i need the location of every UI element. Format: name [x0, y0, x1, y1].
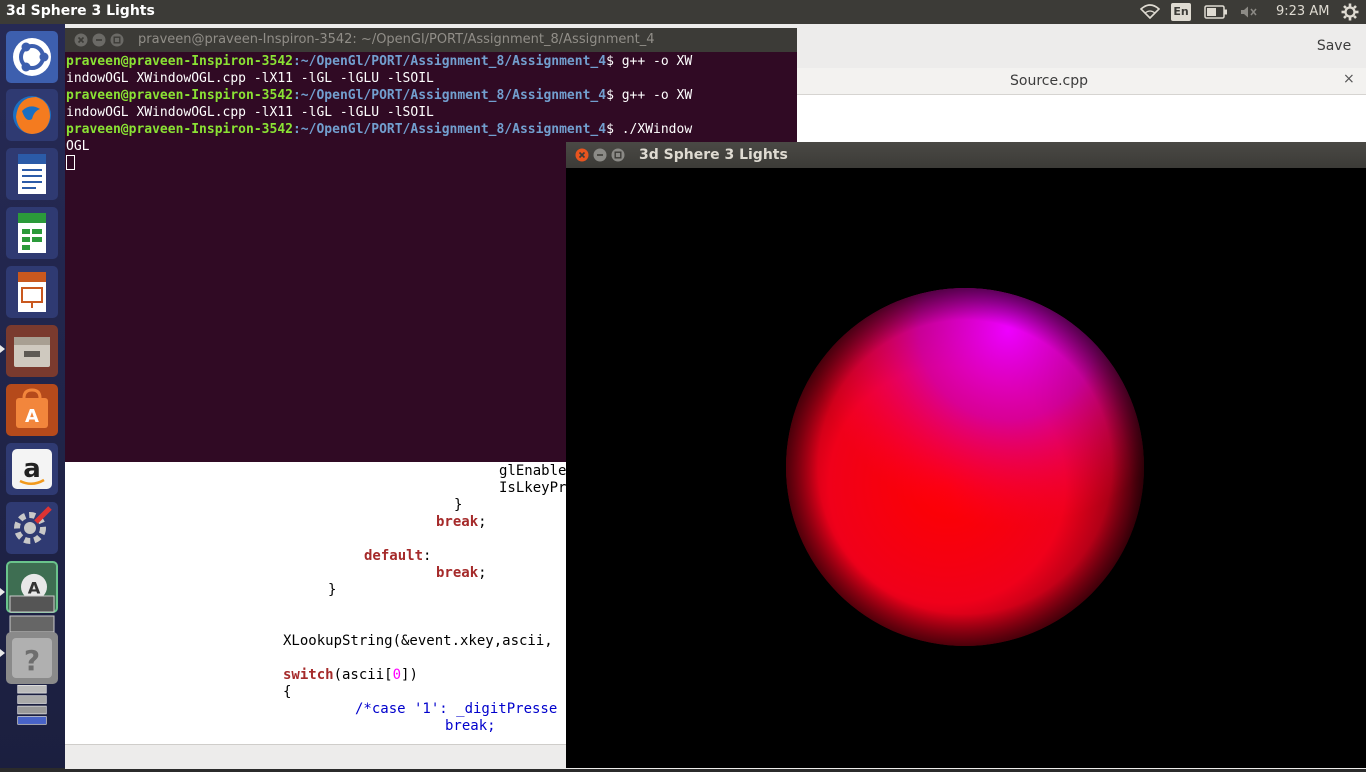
code-line: switch(ascii[0]): [283, 667, 418, 684]
software-center-icon[interactable]: A: [6, 384, 58, 436]
code-text: ;: [478, 514, 487, 530]
tab-close-icon[interactable]: ×: [1343, 71, 1355, 87]
code-line: default:: [364, 548, 431, 565]
launcher: A a A ?: [0, 24, 65, 768]
trash-icon[interactable]: [6, 684, 58, 764]
minimize-icon[interactable]: [92, 33, 106, 47]
code-text: ;: [478, 565, 487, 581]
amazon-icon[interactable]: a: [6, 443, 58, 495]
workspaces-icon[interactable]: [6, 590, 58, 634]
svg-text:a: a: [23, 454, 41, 484]
code-line: break;: [436, 514, 487, 531]
files-icon[interactable]: [6, 325, 58, 377]
volume-muted-icon[interactable]: [1238, 0, 1260, 24]
code-keyword: break: [436, 514, 479, 530]
gl-canvas[interactable]: [566, 168, 1366, 768]
maximize-icon[interactable]: [611, 148, 625, 162]
system-settings-icon[interactable]: [6, 502, 58, 554]
command-text: indowOGL XWindowOGL.cpp -lX11 -lGL -lGLU…: [66, 105, 434, 120]
prompt-user: praveen@praveen-Inspiron-3542: [66, 54, 293, 69]
libreoffice-calc-icon[interactable]: [6, 207, 58, 259]
code-keyword: break: [436, 565, 479, 581]
code-comment: /*case '1': _digitPresse: [355, 701, 558, 717]
code-text: ]): [401, 667, 418, 683]
code-line: }: [454, 497, 463, 513]
prompt-user: praveen@praveen-Inspiron-3542: [66, 122, 293, 137]
code-keyword: default: [364, 548, 424, 564]
libreoffice-impress-icon[interactable]: [6, 266, 58, 318]
close-icon[interactable]: [74, 33, 88, 47]
code-line: glEnable: [499, 463, 567, 479]
terminal-cursor: [66, 155, 75, 170]
code-comment: break;: [445, 718, 496, 734]
gl-window-title: 3d Sphere 3 Lights: [639, 147, 788, 163]
code-line: {: [283, 684, 292, 700]
tab-source-cpp[interactable]: Source.cpp: [1010, 73, 1088, 89]
command-text: OGL: [66, 139, 90, 154]
top-panel: 3d Sphere 3 Lights En 9:23 AM: [0, 0, 1366, 24]
ubuntu-dash-icon[interactable]: [6, 31, 58, 83]
code-line: IsLkeyPr: [499, 480, 567, 496]
svg-text:A: A: [25, 406, 39, 427]
libreoffice-writer-icon[interactable]: [6, 148, 58, 200]
command-text: indowOGL XWindowOGL.cpp -lX11 -lGL -lGLU…: [66, 71, 434, 86]
active-app-title: 3d Sphere 3 Lights: [6, 3, 155, 19]
sphere-rim: [786, 288, 1144, 646]
code-line: break;: [436, 565, 487, 582]
terminal-title: praveen@praveen-Inspiron-3542: ~/OpenGl/…: [138, 32, 655, 47]
gl-window-titlebar[interactable]: 3d Sphere 3 Lights: [566, 142, 1366, 168]
running-indicator: [0, 345, 5, 353]
code-line: }: [328, 582, 337, 598]
prompt-path: :~/OpenGl/PORT/Assignment_8/Assignment_4: [292, 54, 607, 69]
help-icon[interactable]: ?: [6, 632, 58, 684]
maximize-icon[interactable]: [110, 33, 124, 47]
save-button[interactable]: Save: [1310, 32, 1358, 60]
code-text: :: [423, 548, 432, 564]
wifi-icon[interactable]: [1138, 0, 1162, 24]
gear-icon[interactable]: [1339, 0, 1361, 24]
running-indicator: [0, 588, 5, 596]
prompt-path: :~/OpenGl/PORT/Assignment_8/Assignment_4: [292, 88, 607, 103]
clock[interactable]: 9:23 AM: [1276, 4, 1329, 19]
gl-sphere-window[interactable]: 3d Sphere 3 Lights: [566, 142, 1366, 768]
code-number: 0: [392, 667, 402, 683]
terminal-titlebar[interactable]: praveen@praveen-Inspiron-3542: ~/OpenGl/…: [65, 28, 797, 52]
prompt-user: praveen@praveen-Inspiron-3542: [66, 88, 293, 103]
battery-icon[interactable]: [1203, 0, 1229, 24]
svg-text:?: ?: [24, 644, 40, 677]
keyboard-lang-icon[interactable]: En: [1171, 3, 1191, 21]
command-text: $ g++ -o XW: [606, 88, 693, 103]
firefox-icon[interactable]: [6, 89, 58, 141]
running-indicator: [0, 649, 5, 657]
sphere-render: [786, 288, 1144, 646]
command-text: $ ./XWindow: [606, 122, 693, 137]
code-text: (ascii[: [333, 667, 393, 683]
command-text: $ g++ -o XW: [606, 54, 693, 69]
prompt-path: :~/OpenGl/PORT/Assignment_8/Assignment_4: [292, 122, 607, 137]
code-keyword: switch: [283, 667, 334, 683]
close-icon[interactable]: [575, 148, 589, 162]
minimize-icon[interactable]: [593, 148, 607, 162]
code-line: XLookupString(&event.xkey,ascii,: [283, 633, 553, 649]
